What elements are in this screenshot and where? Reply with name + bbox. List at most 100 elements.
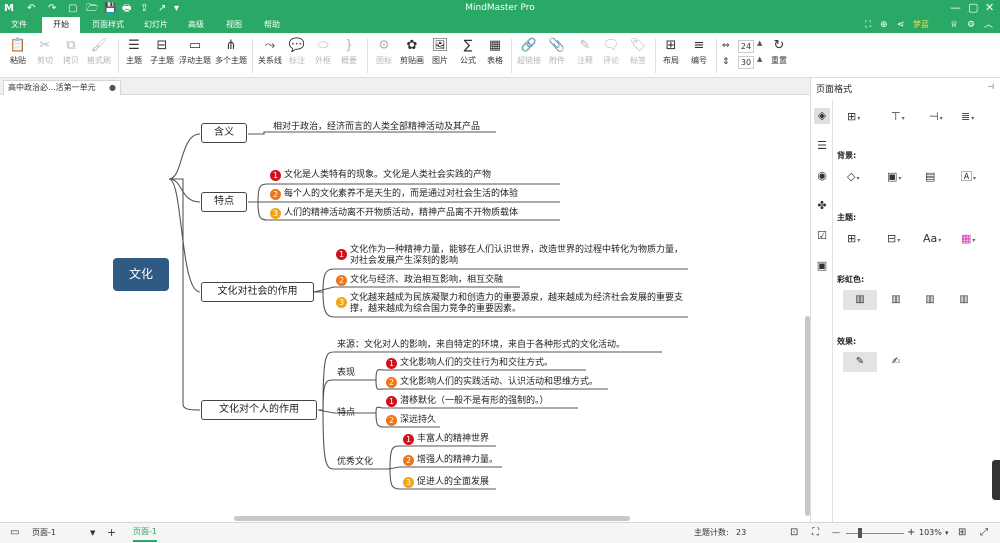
- zoom-in-icon[interactable]: +: [907, 523, 915, 543]
- subtopic-excellent-1[interactable]: 1 丰富人的精神世界: [403, 434, 489, 446]
- subtopic-source[interactable]: 来源：文化对人的影响，来自特定的环境，来自于各种形式的文化活动。: [337, 340, 625, 352]
- topic-meaning[interactable]: 含义: [201, 123, 247, 143]
- effect-option-1[interactable]: ✎: [843, 352, 877, 372]
- numbering-style-button[interactable]: ≣▾: [961, 110, 974, 125]
- topic-button[interactable]: ☰ 主题: [122, 37, 146, 75]
- texture-button[interactable]: ▤: [925, 170, 935, 183]
- rainbow-option-4[interactable]: ▥: [947, 290, 981, 310]
- store-icon[interactable]: ♕: [950, 18, 958, 32]
- connector-style-button[interactable]: ⊣▾: [929, 110, 943, 125]
- rainbow-option-3[interactable]: ▥: [913, 290, 947, 310]
- formula-button[interactable]: ∑ 公式: [456, 37, 480, 75]
- subtopic-social-3[interactable]: 3 文化越来越成为民族凝聚力和创造力的重要源泉，越来越成为经济社会发展的重要支撑，…: [336, 293, 686, 315]
- horizontal-spacing-input[interactable]: 24: [738, 40, 754, 53]
- comment-button[interactable]: 🗨 评论: [599, 37, 623, 75]
- topic-features[interactable]: 特点: [201, 192, 247, 212]
- outline-icon[interactable]: ☰: [814, 138, 830, 154]
- subtopic-personal-feature-2[interactable]: 2 深远持久: [386, 415, 436, 427]
- org-chart-button[interactable]: ⊤▾: [891, 110, 905, 125]
- zoom-level[interactable]: 103%: [919, 523, 942, 543]
- boundary-button[interactable]: ⬭ 外框: [311, 37, 335, 75]
- subtopic-social-1[interactable]: 1 文化作为一种精神力量，能够在人们认识世界，改造世界的过程中转化为物质力量，对社…: [336, 245, 686, 267]
- image-button[interactable]: 🖼 图片: [428, 37, 452, 75]
- add-page-button[interactable]: +: [107, 523, 116, 543]
- presentation-icon[interactable]: ▣: [814, 258, 830, 274]
- fit-page-icon[interactable]: ⊡: [790, 523, 798, 543]
- layout-style-button[interactable]: ⊞▾: [847, 110, 860, 125]
- document-tab[interactable]: 高中政治必...活第一单元 ●: [3, 80, 121, 95]
- hyperlink-button[interactable]: 🔗 超链接: [515, 37, 543, 75]
- subtopic-excellent-culture[interactable]: 优秀文化: [337, 457, 373, 469]
- table-button[interactable]: ▦ 表格: [483, 37, 507, 75]
- horizontal-scrollbar[interactable]: [234, 516, 630, 521]
- icon-picker-button[interactable]: ⚙ 图标: [372, 37, 396, 75]
- pin-icon[interactable]: ⊣: [987, 82, 994, 91]
- publish-icon[interactable]: ⊕: [880, 18, 888, 32]
- subtopic-manifestation[interactable]: 表现: [337, 368, 355, 380]
- user-name[interactable]: 梦蓝: [913, 17, 929, 33]
- watermark-button[interactable]: 🄰▾: [961, 170, 976, 185]
- tab-view[interactable]: 视图: [218, 17, 250, 33]
- subtopic-social-2[interactable]: 2 文化与经济、政治相互影响，相互交融: [336, 275, 503, 287]
- fullscreen-icon[interactable]: ⛶: [812, 523, 819, 543]
- tab-advanced[interactable]: 高级: [180, 17, 212, 33]
- theme-color-button[interactable]: ⊟▾: [887, 232, 900, 247]
- subtopic-button[interactable]: ⊟ 子主题: [147, 37, 177, 75]
- copy-button[interactable]: ⧉ 拷贝: [58, 37, 84, 75]
- tab-slides[interactable]: 幻灯片: [138, 17, 174, 33]
- format-painter-button[interactable]: 🖌 格式刷: [84, 37, 114, 75]
- share-link-icon[interactable]: ⋖: [897, 18, 905, 32]
- settings-icon[interactable]: ⚙: [967, 18, 975, 32]
- zoom-out-icon[interactable]: —: [832, 523, 840, 543]
- subtopic-meaning-text[interactable]: 相对于政治，经济而言的人类全部精神活动及其产品: [273, 122, 480, 134]
- topic-personal-role[interactable]: 文化对个人的作用: [201, 400, 317, 420]
- chevron-down-icon[interactable]: ▼: [90, 523, 95, 543]
- side-handle[interactable]: [992, 460, 1000, 500]
- effect-option-2[interactable]: ✍: [879, 352, 913, 372]
- subtopic-feature-1[interactable]: 1 文化是人类特有的现象。文化是人类社会实践的产物: [270, 170, 491, 182]
- subtopic-excellent-3[interactable]: 3 促进人的全面发展: [403, 477, 489, 489]
- subtopic-feature-2[interactable]: 2 每个人的文化素养不是天生的，而是通过对社会生活的体验: [270, 189, 518, 201]
- tab-help[interactable]: 帮助: [256, 17, 288, 33]
- chevron-up-icon[interactable]: ︿: [984, 18, 993, 32]
- theme-font-button[interactable]: Aa▾: [923, 232, 941, 247]
- callout-button[interactable]: 💬 标注: [285, 37, 309, 75]
- minimize-icon[interactable]: —: [950, 1, 961, 15]
- numbering-button[interactable]: ≡ 编号: [687, 37, 711, 75]
- rainbow-option-2[interactable]: ▥: [879, 290, 913, 310]
- relationship-button[interactable]: ⤳ 关系线: [256, 37, 284, 75]
- clipart-button[interactable]: ✿ 剪贴画: [398, 37, 426, 75]
- tab-file[interactable]: 文件: [4, 17, 34, 33]
- multiple-topics-button[interactable]: ⋔ 多个主题: [213, 37, 249, 75]
- mindmap-canvas[interactable]: 文化 含义 相对于政治，经济而言的人类全部精神活动及其产品 特点 1 文化是人类特…: [0, 96, 810, 522]
- expand-icon[interactable]: ⤢: [980, 523, 988, 543]
- color-palette-button[interactable]: ▦▾: [961, 232, 975, 247]
- topic-social-role[interactable]: 文化对社会的作用: [201, 282, 314, 302]
- paste-button[interactable]: 📋 粘贴: [4, 37, 32, 75]
- rainbow-option-1[interactable]: ▥: [843, 290, 877, 310]
- subtopic-manifestation-1[interactable]: 1 文化影响人们的交往行为和交往方式。: [386, 358, 553, 370]
- maximize-icon[interactable]: ▢: [968, 1, 978, 15]
- spin-up-icon[interactable]: ▲: [757, 55, 762, 63]
- tab-home[interactable]: 开始: [42, 17, 80, 33]
- mark-icon[interactable]: ◉: [814, 168, 830, 184]
- subtopic-excellent-2[interactable]: 2 增强人的精神力量。: [403, 455, 498, 467]
- fill-color-button[interactable]: ◇▾: [847, 170, 859, 185]
- floating-topic-button[interactable]: ▭ 浮动主题: [177, 37, 213, 75]
- attachment-button[interactable]: 📎 附件: [545, 37, 569, 75]
- tag-button[interactable]: 🏷 标签: [626, 37, 650, 75]
- subtopic-feature-3[interactable]: 3 人们的精神活动离不开物质活动，精神产品离不开物质载体: [270, 208, 518, 220]
- spin-up-icon[interactable]: ▲: [757, 39, 762, 47]
- fit-window-icon[interactable]: ⊞: [958, 523, 966, 543]
- tab-page-style[interactable]: 页面样式: [86, 17, 130, 33]
- layout-button[interactable]: ⊞ 布局: [659, 37, 683, 75]
- close-icon[interactable]: ✕: [985, 1, 994, 15]
- cut-button[interactable]: ✂ 剪切: [32, 37, 58, 75]
- clipart-panel-icon[interactable]: ✤: [814, 198, 830, 214]
- page-format-icon[interactable]: ◈: [814, 108, 830, 124]
- summary-button[interactable]: } 概要: [337, 37, 361, 75]
- zoom-dropdown-icon[interactable]: ▾: [945, 523, 949, 543]
- theme-button[interactable]: ⊞▾: [847, 232, 860, 247]
- subtopic-personal-features[interactable]: 特点: [337, 408, 355, 420]
- zoom-slider[interactable]: [846, 533, 904, 534]
